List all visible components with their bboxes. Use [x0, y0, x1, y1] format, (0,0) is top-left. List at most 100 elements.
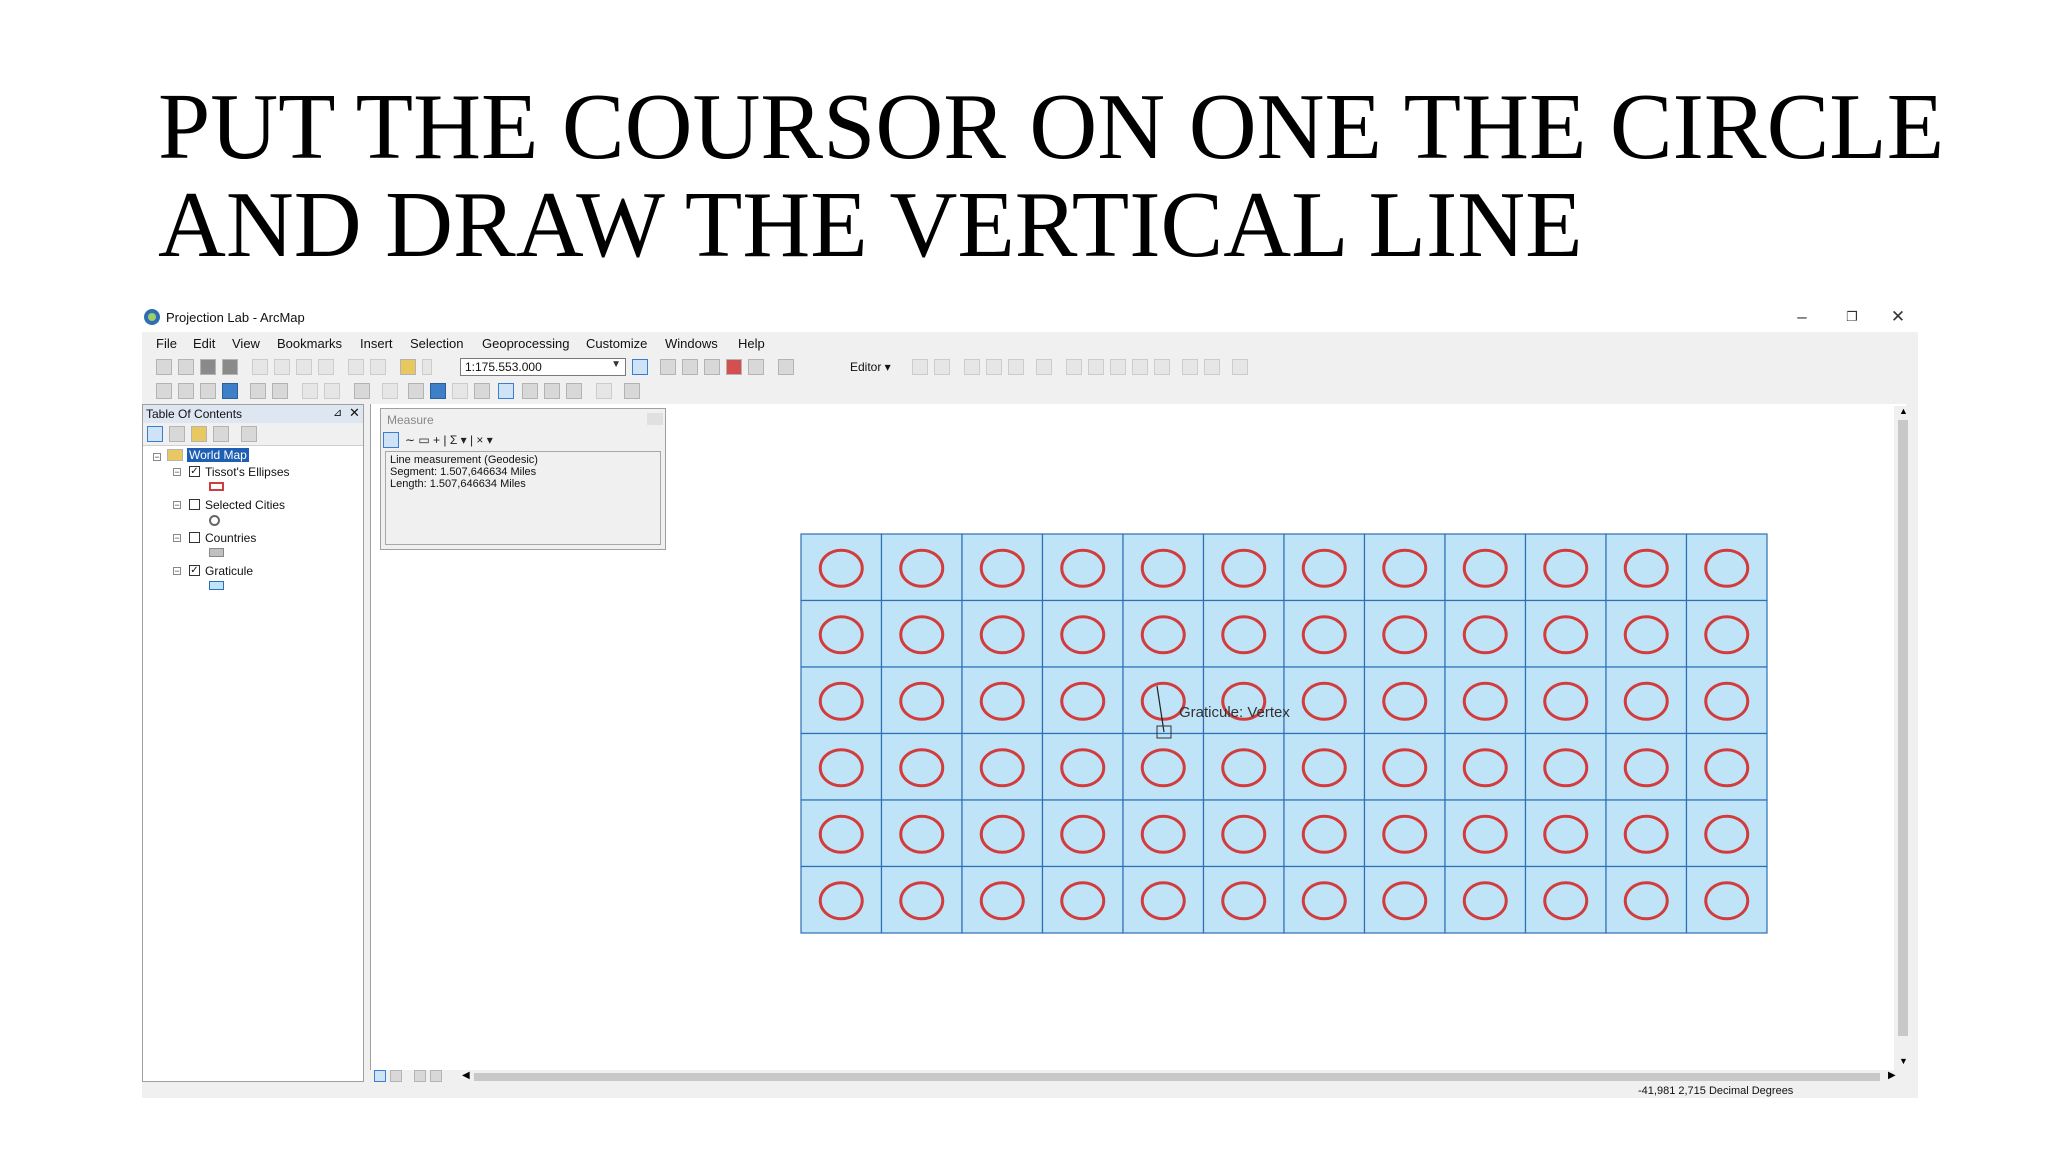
- toc-close-icon[interactable]: ✕: [349, 405, 360, 421]
- menu-file[interactable]: File: [156, 336, 177, 351]
- graticule-cell[interactable]: [1444, 666, 1527, 735]
- graticule-cell[interactable]: [880, 799, 963, 868]
- graticule-cell[interactable]: [1202, 799, 1285, 868]
- full-extent-icon[interactable]: [222, 383, 238, 399]
- map-scale-input[interactable]: 1:175.553.000 ▼: [460, 358, 626, 376]
- graticule-cell[interactable]: [880, 865, 963, 934]
- data-view-icon[interactable]: [374, 1070, 386, 1082]
- edit-annotation-icon[interactable]: [934, 359, 950, 375]
- edit-tool-icon[interactable]: [912, 359, 928, 375]
- graticule-cell[interactable]: [1363, 865, 1446, 934]
- time-slider-icon[interactable]: [596, 383, 612, 399]
- menu-customize[interactable]: Customize: [586, 336, 647, 351]
- graticule-cell[interactable]: [1363, 533, 1446, 602]
- open-folder-icon[interactable]: [178, 359, 194, 375]
- close-button[interactable]: ✕: [1878, 306, 1918, 328]
- layer-tissots-ellipses[interactable]: Tissot's Ellipses: [205, 465, 290, 479]
- graticule-cell[interactable]: [1283, 599, 1366, 668]
- layer-checkbox-tissots[interactable]: ✓: [189, 466, 200, 477]
- undo-icon[interactable]: [348, 359, 364, 375]
- graticule-cell[interactable]: [1524, 732, 1607, 801]
- vertical-scroll-thumb[interactable]: [1898, 420, 1908, 1036]
- graticule-cell[interactable]: [1524, 865, 1607, 934]
- toc-window-icon[interactable]: [660, 359, 676, 375]
- graticule-cell[interactable]: [1524, 799, 1607, 868]
- edit-vertices-icon[interactable]: [1066, 359, 1082, 375]
- menu-geoprocessing[interactable]: Geoprocessing: [482, 336, 569, 351]
- graticule-cell[interactable]: [1444, 865, 1527, 934]
- graticule-cell[interactable]: [1041, 732, 1124, 801]
- graticule-cell[interactable]: [1283, 799, 1366, 868]
- horizontal-scroll-thumb[interactable]: [474, 1073, 1880, 1081]
- graticule-cell[interactable]: [1283, 732, 1366, 801]
- create-features-icon[interactable]: [1232, 359, 1248, 375]
- graticule-cell[interactable]: [1685, 533, 1768, 602]
- modelbuilder-icon[interactable]: [778, 359, 794, 375]
- menu-insert[interactable]: Insert: [360, 336, 393, 351]
- measure-icon[interactable]: [498, 383, 514, 399]
- graticule-cell[interactable]: [880, 533, 963, 602]
- go-forward-icon[interactable]: [324, 383, 340, 399]
- graticule-cell[interactable]: [1122, 865, 1205, 934]
- cut-icon[interactable]: [252, 359, 268, 375]
- scroll-down-icon[interactable]: ▼: [1899, 1056, 1908, 1066]
- graticule-cell[interactable]: [880, 666, 963, 735]
- graticule-cell[interactable]: [1444, 599, 1527, 668]
- endpoint-arc-icon[interactable]: [986, 359, 1002, 375]
- list-by-source-icon[interactable]: [169, 426, 185, 442]
- graticule-cell[interactable]: [1524, 533, 1607, 602]
- refresh-icon[interactable]: [414, 1070, 426, 1082]
- goto-xy-icon[interactable]: [566, 383, 582, 399]
- add-data-dropdown-icon[interactable]: [422, 359, 432, 375]
- fixed-zoom-in-icon[interactable]: [250, 383, 266, 399]
- print-icon[interactable]: [222, 359, 238, 375]
- graticule-cell[interactable]: [800, 865, 883, 934]
- go-back-icon[interactable]: [302, 383, 318, 399]
- graticule-cell[interactable]: [1685, 599, 1768, 668]
- editor-toolbar-icon[interactable]: [632, 359, 648, 375]
- graticule-cell[interactable]: [1041, 799, 1124, 868]
- sketch-properties-icon[interactable]: [1204, 359, 1220, 375]
- add-data-icon[interactable]: [400, 359, 416, 375]
- graticule-cell[interactable]: [1283, 533, 1366, 602]
- identify-icon[interactable]: [430, 383, 446, 399]
- graticule-cell[interactable]: [1444, 533, 1527, 602]
- graticule-cell[interactable]: [1605, 599, 1688, 668]
- graticule-cell[interactable]: [1363, 666, 1446, 735]
- graticule-cell[interactable]: [800, 666, 883, 735]
- data-frame-world-map[interactable]: World Map: [187, 448, 249, 462]
- graticule-cell[interactable]: [1685, 666, 1768, 735]
- graticule-cell[interactable]: [1122, 732, 1205, 801]
- find-route-icon[interactable]: [544, 383, 560, 399]
- pause-drawing-icon[interactable]: [430, 1070, 442, 1082]
- search-window-icon[interactable]: [704, 359, 720, 375]
- find-icon[interactable]: [522, 383, 538, 399]
- clear-selection-icon[interactable]: [382, 383, 398, 399]
- graticule-cell[interactable]: [1605, 799, 1688, 868]
- graticule-cell[interactable]: [1363, 599, 1446, 668]
- attributes-icon[interactable]: [1182, 359, 1198, 375]
- graticule-cell[interactable]: [961, 799, 1044, 868]
- pan-icon[interactable]: [200, 383, 216, 399]
- layer-checkbox-selected-cities[interactable]: [189, 499, 200, 510]
- graticule-cell[interactable]: [800, 799, 883, 868]
- graticule-cell[interactable]: [1202, 533, 1285, 602]
- graticule-cell[interactable]: [800, 732, 883, 801]
- delete-icon[interactable]: [318, 359, 334, 375]
- new-document-icon[interactable]: [156, 359, 172, 375]
- minimize-button[interactable]: –: [1782, 306, 1822, 328]
- graticule-cell[interactable]: [1605, 732, 1688, 801]
- select-elements-icon[interactable]: [408, 383, 424, 399]
- select-features-icon[interactable]: [354, 383, 370, 399]
- layer-checkbox-countries[interactable]: [189, 532, 200, 543]
- list-by-selection-icon[interactable]: [213, 426, 229, 442]
- fixed-zoom-out-icon[interactable]: [272, 383, 288, 399]
- toc-options-icon[interactable]: [241, 426, 257, 442]
- graticule-cell[interactable]: [1202, 865, 1285, 934]
- graticule-cell[interactable]: [1041, 865, 1124, 934]
- cut-polygons-icon[interactable]: [1110, 359, 1126, 375]
- html-popup-icon[interactable]: [474, 383, 490, 399]
- scroll-left-icon[interactable]: ◀: [462, 1070, 470, 1081]
- trace-icon[interactable]: [1008, 359, 1024, 375]
- save-icon[interactable]: [200, 359, 216, 375]
